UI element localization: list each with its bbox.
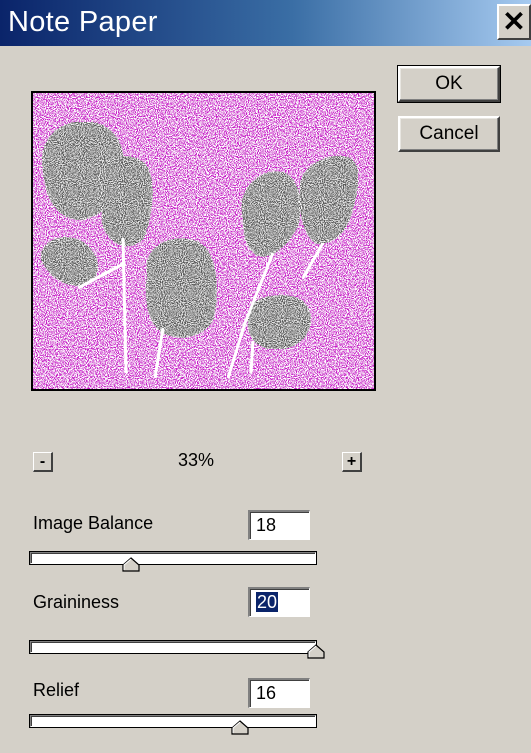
zoom-out-button[interactable]: - (33, 452, 53, 472)
image-balance-slider-thumb[interactable] (122, 557, 140, 572)
filter-preview[interactable] (31, 91, 376, 391)
graininess-label: Graininess (33, 592, 120, 612)
relief-slider-thumb[interactable] (231, 720, 249, 735)
zoom-in-button[interactable]: + (342, 452, 362, 472)
image-balance-input[interactable]: 18 (248, 510, 310, 540)
graininess-slider-thumb[interactable] (307, 644, 325, 659)
plus-icon: + (346, 452, 357, 470)
relief-slider-track[interactable] (30, 715, 316, 727)
close-icon: ✕ (502, 6, 526, 37)
relief-label: Relief (33, 680, 80, 700)
relief-input[interactable]: 16 (248, 678, 310, 708)
image-balance-slider-track[interactable] (30, 552, 316, 564)
title-bar[interactable]: Note Paper ✕ (0, 0, 531, 46)
graininess-slider-track[interactable] (30, 641, 316, 653)
zoom-level: 33% (178, 450, 215, 470)
preview-image (33, 93, 374, 389)
cancel-button[interactable]: Cancel (398, 116, 500, 152)
minus-icon: - (39, 452, 46, 470)
dialog-title: Note Paper (8, 6, 158, 38)
ok-button[interactable]: OK (397, 65, 501, 103)
close-button[interactable]: ✕ (497, 4, 531, 40)
graininess-input[interactable]: 20 (248, 587, 310, 617)
image-balance-label: Image Balance (33, 513, 154, 533)
graininess-value: 20 (256, 592, 279, 612)
